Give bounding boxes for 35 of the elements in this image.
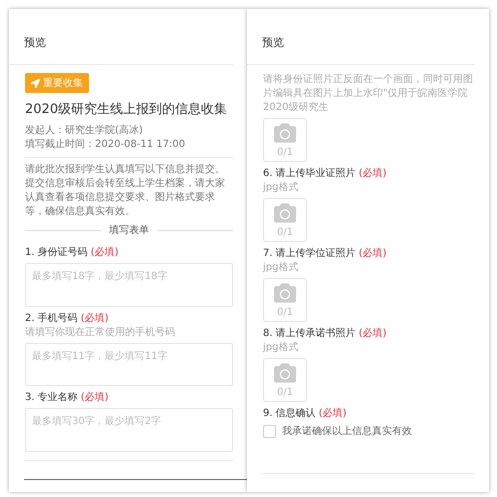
question-label: 1. 身份证号码 (必填): [25, 246, 120, 260]
question-label: 7. 请上传学位证照片 (必填): [263, 247, 388, 261]
input-field[interactable]: 最多填写18字，最少填写18字: [25, 263, 233, 307]
intro-text: 提交信息审核后会转至线上学生档案，请大家认真查看各项信息提交要求、图片格式要求等，确保信息真实有效。: [25, 177, 226, 219]
question-label: 9. 信息确认 (必填): [263, 407, 348, 421]
upload-button[interactable]: 0/1: [263, 278, 307, 322]
form-title: 2020级研究生线上报到的信息收集: [25, 101, 228, 118]
panel-title: 预览: [247, 9, 475, 65]
upload-button[interactable]: 0/1: [263, 198, 307, 242]
hint-text: 请将身份证照片正反面在一个画面，同时可用图片编辑具在图片上加上水印"仅用于皖南医学院2020级研究生: [263, 73, 474, 115]
hint-text: jpg格式: [263, 341, 300, 355]
question-label: 3. 专业名称 (必填): [25, 391, 110, 406]
intro-text: 请此批次报到学生认真填写以下信息并提交。: [25, 163, 226, 177]
checkbox[interactable]: [263, 424, 276, 438]
tag: 重要收集: [25, 73, 89, 93]
paper-plane-icon: [31, 78, 40, 88]
camera-icon: [274, 362, 296, 384]
camera-icon: [274, 122, 296, 144]
camera-icon: [274, 202, 296, 224]
meta-text: 填写截止时间：2020-08-11 17:00: [25, 138, 186, 152]
section-title: 填写表单: [109, 224, 149, 237]
meta-text: 发起人：研究生学院(高冰): [25, 124, 144, 138]
question-label: 8. 请上传承诺书照片 (必填): [263, 327, 388, 341]
camera-icon: [274, 282, 296, 304]
hint-text: 请填写你现在正常使用的手机号码: [25, 326, 176, 340]
hint-text: jpg格式: [263, 181, 300, 195]
question-label: 2. 手机号码 (必填): [25, 312, 110, 326]
input-field[interactable]: 最多填写30字，最少填写2字: [25, 408, 233, 452]
upload-button[interactable]: 0/1: [263, 118, 307, 162]
panel-title: 预览: [9, 9, 233, 65]
question-label: 6. 请上传毕业证照片 (必填): [263, 167, 388, 181]
input-field[interactable]: 最多填写11字，最少填写11字: [25, 342, 233, 386]
hint-text: jpg格式: [263, 261, 300, 275]
checkbox-label: 我承诺确保以上信息真实有效: [282, 424, 412, 438]
upload-button[interactable]: 0/1: [263, 358, 307, 402]
